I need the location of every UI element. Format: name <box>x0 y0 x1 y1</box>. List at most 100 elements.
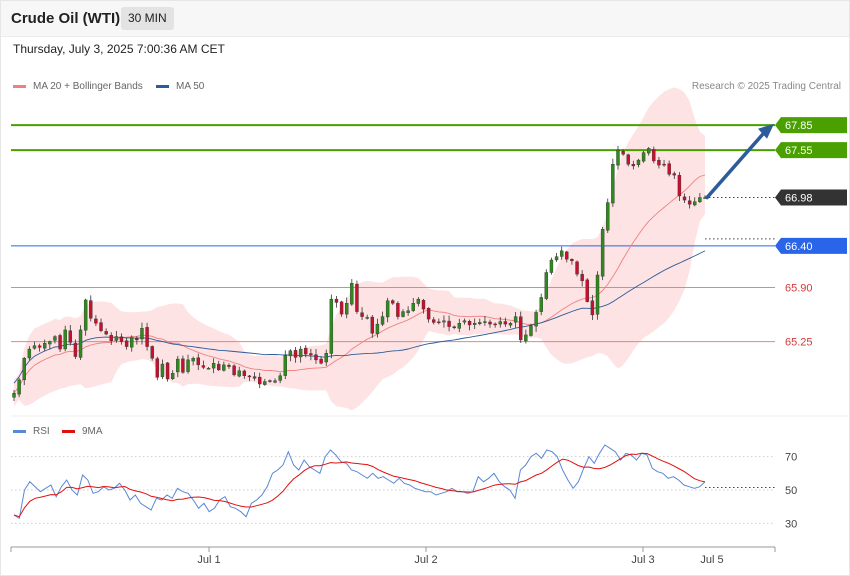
candle-body <box>314 354 318 361</box>
candle-body <box>493 323 497 326</box>
candle-body <box>667 163 671 175</box>
candle-body <box>170 373 175 380</box>
candle <box>529 323 533 337</box>
candle-body <box>99 322 103 331</box>
candle-body <box>37 345 42 348</box>
candle-body <box>329 298 334 354</box>
candle-body <box>119 336 124 342</box>
price-label-66.98: 66.98 <box>775 189 847 206</box>
candle <box>78 325 83 361</box>
candle-body <box>365 317 369 319</box>
candle-body <box>145 327 149 347</box>
candle-body <box>63 329 67 350</box>
candle-body <box>503 321 508 325</box>
candle-body <box>687 200 692 205</box>
candle-body <box>227 365 231 367</box>
candle-body <box>43 343 47 349</box>
candle-body <box>498 321 502 325</box>
candle-body <box>339 301 344 315</box>
candle-body <box>472 323 477 325</box>
candle-body <box>677 175 682 197</box>
candle-body <box>452 326 456 329</box>
candle <box>334 296 339 308</box>
candle-body <box>94 318 98 324</box>
candle <box>641 151 646 163</box>
candle-body <box>222 364 226 371</box>
candle-body <box>73 342 78 357</box>
candle <box>17 377 21 398</box>
candle-body <box>483 321 487 323</box>
candle-body <box>401 311 405 317</box>
candle-body <box>380 316 385 325</box>
candle-body <box>263 381 267 385</box>
candle <box>355 280 359 315</box>
candle <box>83 298 88 336</box>
candle <box>350 279 354 306</box>
rsi-tick-label: 50 <box>785 485 797 497</box>
candle-body <box>693 201 697 206</box>
candle-body <box>165 362 170 380</box>
candle-body <box>114 336 119 341</box>
candle-body <box>580 274 584 282</box>
candle-body <box>385 300 390 318</box>
candle-body <box>350 283 354 305</box>
price-label-66.40: 66.40 <box>775 237 847 254</box>
candle-body <box>334 298 339 303</box>
candle-body <box>58 335 62 350</box>
candle-body <box>519 316 523 341</box>
candle-body <box>636 159 641 166</box>
candle <box>626 153 630 167</box>
candle-body <box>600 228 605 277</box>
candle-body <box>575 261 579 275</box>
candle-body <box>309 353 313 356</box>
candle <box>155 356 160 381</box>
candle-body <box>48 341 52 345</box>
candle <box>611 158 615 207</box>
candle-body <box>544 272 549 299</box>
candle-body <box>565 251 569 260</box>
candle-body <box>570 259 574 262</box>
candle <box>58 333 62 352</box>
candle-body <box>416 298 421 304</box>
rsi-tick-label: 30 <box>785 518 797 530</box>
candle-body <box>370 316 374 334</box>
candle-body <box>298 348 303 358</box>
candle-body <box>646 148 651 154</box>
candle-body <box>124 340 129 347</box>
candle-body <box>360 312 364 317</box>
candle-body <box>155 358 160 378</box>
candle-body <box>406 310 410 313</box>
candle-body <box>457 323 462 329</box>
candle-body <box>109 335 113 341</box>
candle-body <box>27 348 32 359</box>
candle-body <box>524 334 528 342</box>
price-label-65.25: 65.25 <box>785 337 813 349</box>
candle-body <box>488 321 492 325</box>
candle-body <box>662 163 666 166</box>
time-axis-label: Jul 1 <box>197 554 220 566</box>
candle <box>150 345 154 361</box>
candle-body <box>508 323 513 326</box>
candle-body <box>345 303 349 315</box>
candle-body <box>672 173 676 176</box>
candle <box>544 269 549 301</box>
price-label-text: 66.98 <box>785 193 813 205</box>
candle-body <box>621 151 625 155</box>
candle <box>329 294 334 359</box>
candle-body <box>191 358 195 362</box>
candle <box>165 362 170 382</box>
candle-body <box>611 164 615 204</box>
candle-body <box>682 196 687 201</box>
candle-body <box>140 328 144 340</box>
candle-body <box>160 363 165 378</box>
candle-body <box>293 350 298 358</box>
candle-body <box>626 154 630 165</box>
candle-body <box>559 250 564 257</box>
candle-body <box>391 300 395 304</box>
candle-body <box>590 300 595 316</box>
price-label-67.55: 67.55 <box>775 142 847 159</box>
candle <box>549 257 554 275</box>
price-chart[interactable]: 67.85 67.55 66.98 66.40 65.90 65.25 70 50 30 Jul … <box>0 0 850 576</box>
time-axis-label: Jul 5 <box>700 554 723 566</box>
candle-body <box>539 297 543 312</box>
